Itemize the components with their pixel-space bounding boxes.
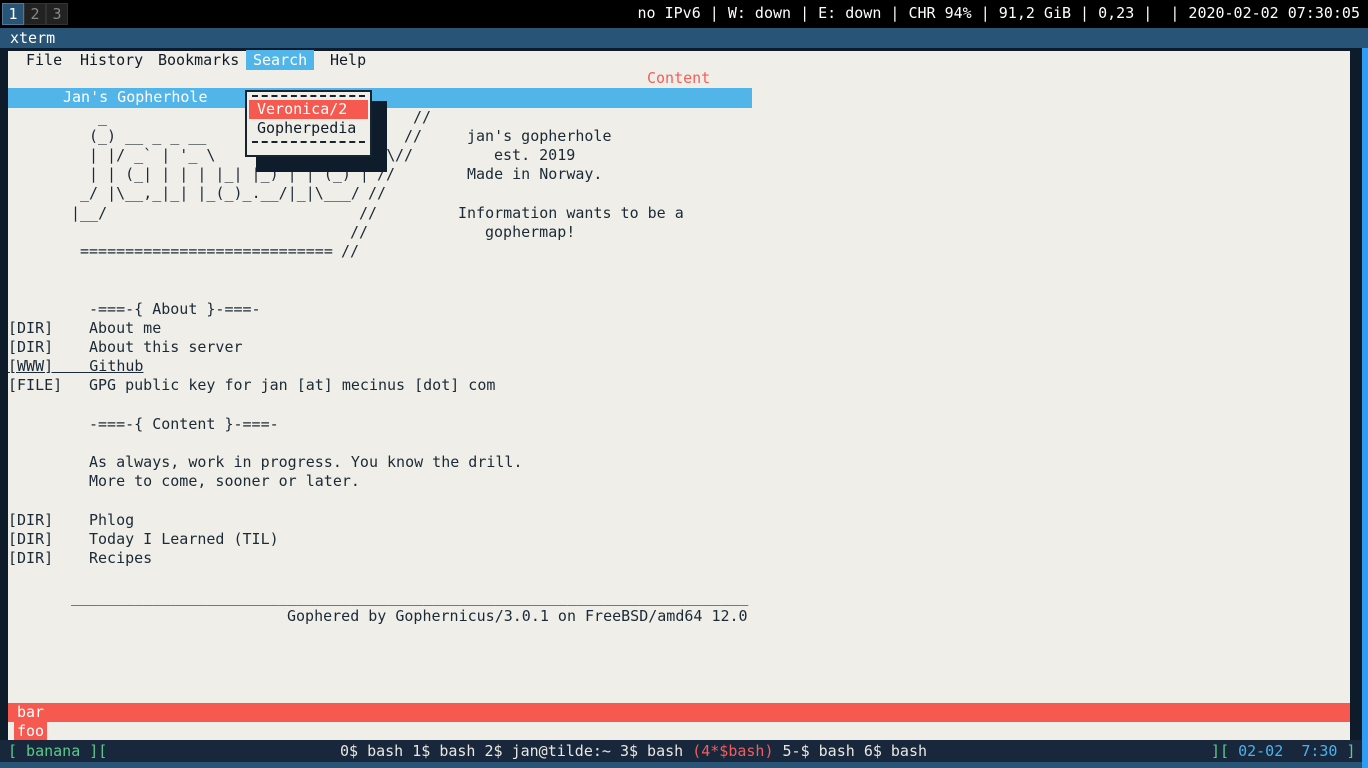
workspace-button-1[interactable]: 1	[2, 3, 24, 25]
terminal-text: //	[341, 242, 359, 261]
tmux-window-0[interactable]: 0$ bash	[340, 742, 403, 760]
gopher-link-about-server[interactable]: About this server	[89, 338, 243, 357]
window-border-bottom	[0, 762, 1362, 768]
gopher-link-recipes-type[interactable]: [DIR]	[8, 549, 53, 568]
gopher-link-phlog-type[interactable]: [DIR]	[8, 511, 53, 530]
tmux-clock-part: 02-02	[1238, 742, 1283, 760]
scrollbar[interactable]	[0, 48, 8, 762]
gopher-link-gpg-type[interactable]: [FILE]	[8, 376, 62, 395]
menu-help[interactable]: Help	[330, 50, 366, 70]
tmux-clock-part: ][	[1211, 742, 1238, 760]
gopher-link-about-server-type[interactable]: [DIR]	[8, 338, 53, 357]
gopher-link-github[interactable]: [WWW] Github	[8, 357, 143, 376]
tmux-clock-part: 7:30	[1301, 742, 1337, 760]
dropdown-divider-top	[252, 95, 365, 97]
terminal-text: | |/ _` | '_ \	[89, 146, 215, 165]
terminal-text: (_) __ _ _ __	[89, 127, 206, 146]
window-border-indicator	[1362, 48, 1368, 768]
tmux-window-list: 0$ bash 1$ bash 2$ jan@tilde:~ 3$ bash (…	[340, 740, 927, 762]
terminal-text: jan's gopherhole	[467, 127, 612, 146]
gopher-link-til-type[interactable]: [DIR]	[8, 530, 53, 549]
tmux-window-1[interactable]: 1$ bash	[412, 742, 475, 760]
tmux-clock-part: ]	[1337, 742, 1355, 760]
terminal-text: //	[350, 223, 368, 242]
red-bar-text: bar	[17, 703, 44, 722]
gopher-link-gpg[interactable]: GPG public key for jan [at] mecinus [dot…	[89, 376, 495, 395]
terminal-text: gophermap!	[485, 223, 575, 242]
terminal: File History Bookmarks Search Help Content J…	[0, 48, 1368, 762]
terminal-text: Information wants to be a	[458, 204, 684, 223]
red-highlight-bar: bar	[8, 703, 1350, 722]
foo-highlight: foo	[14, 722, 47, 741]
terminal-text: ============================	[80, 242, 333, 261]
terminal-text: est. 2019	[494, 146, 575, 165]
menu-file[interactable]: File	[26, 50, 62, 70]
tmux-clock-part	[1283, 742, 1301, 760]
tmux-clock: ][ 02-02 7:30 ]	[1211, 740, 1356, 762]
screen: 123 no IPv6 | W: down | E: down | CHR 94…	[0, 0, 1368, 768]
terminal-text: Made in Norway.	[467, 165, 602, 184]
i3status-text: no IPv6 | W: down | E: down | CHR 94% | …	[638, 4, 1360, 22]
terminal-text: //	[368, 184, 386, 203]
tmux-window-4[interactable]: (4*$bash)	[692, 742, 773, 760]
terminal-text: //	[404, 127, 422, 146]
gopher-link-about-me-type[interactable]: [DIR]	[8, 319, 53, 338]
tmux-window-5[interactable]: 5-$ bash	[783, 742, 855, 760]
gopher-link-recipes[interactable]: Recipes	[89, 549, 152, 568]
terminal-text: -===-{ Content }-===-	[89, 415, 279, 434]
gopher-link-phlog[interactable]: Phlog	[89, 511, 134, 530]
workspace-button-3[interactable]: 3	[46, 3, 68, 25]
menu-bookmarks[interactable]: Bookmarks	[158, 50, 239, 70]
i3bar: 123 no IPv6 | W: down | E: down | CHR 94…	[0, 0, 1368, 28]
terminal-text: |__/	[71, 204, 107, 223]
dropdown-item-gopherpedia[interactable]: Gopherpedia	[249, 119, 368, 138]
content-label: Content	[647, 69, 710, 88]
menubar: File History Bookmarks Search Help	[0, 50, 1342, 70]
tmux-window-6[interactable]: 6$ bash	[864, 742, 927, 760]
terminal-text: //	[395, 146, 413, 165]
terminal-text: _	[98, 108, 107, 127]
window-titlebar[interactable]: xterm	[0, 28, 1368, 48]
dropdown-item-veronica-2[interactable]: Veronica/2	[249, 100, 368, 119]
window-title: xterm	[10, 28, 55, 48]
dropdown-divider-bottom	[252, 141, 365, 143]
tmux-window-3[interactable]: 3$ bash	[620, 742, 683, 760]
tmux-statusbar: [ banana ][ 0$ bash 1$ bash 2$ jan@tilde…	[0, 740, 1362, 762]
terminal-text: -===-{ About }-===-	[89, 300, 261, 319]
page-title: Jan's Gopherhole	[63, 88, 208, 107]
gopher-link-til[interactable]: Today I Learned (TIL)	[89, 530, 279, 549]
terminal-text: Gophered by Gophernicus/3.0.1 on FreeBSD…	[287, 607, 748, 626]
gopher-link-about-me[interactable]: About me	[89, 319, 161, 338]
tmux-window-2[interactable]: 2$ jan@tilde:~	[485, 742, 611, 760]
terminal-text: As always, work in progress. You know th…	[89, 453, 522, 472]
terminal-text: _/ |\__,_|_| |_(_)_.__/|_|\___/	[80, 184, 360, 203]
terminal-text: ________________________________________…	[71, 588, 748, 607]
right-padding-strip	[1350, 48, 1362, 762]
menu-search[interactable]: Search	[246, 50, 314, 70]
terminal-text: More to come, sooner or later.	[89, 472, 360, 491]
workspace-button-2[interactable]: 2	[24, 3, 46, 25]
menu-history[interactable]: History	[80, 50, 143, 70]
terminal-text: //	[359, 204, 377, 223]
search-dropdown-menu: Veronica/2Gopherpedia	[245, 90, 372, 157]
terminal-text: //	[413, 108, 431, 127]
tmux-session-name: [ banana ][	[8, 740, 107, 762]
